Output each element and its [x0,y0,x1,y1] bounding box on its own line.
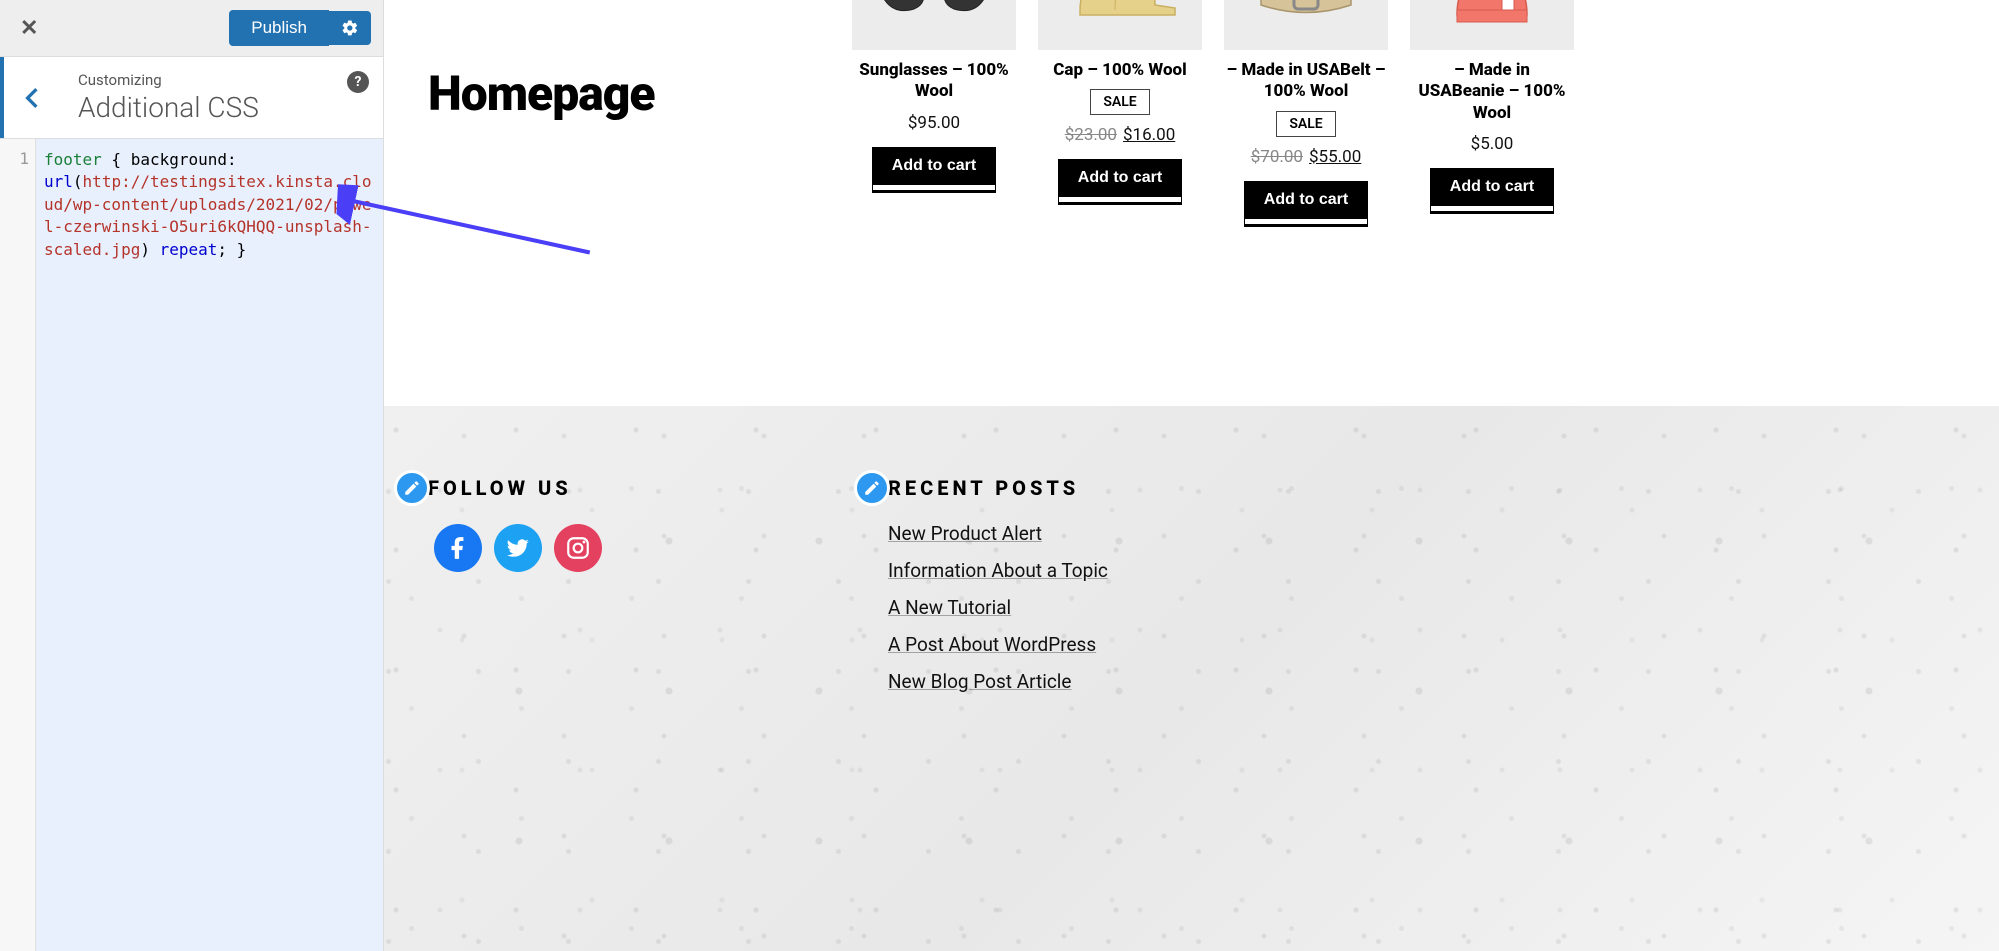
site-preview: Homepage Sunglasses – 100% Wool $95.00 A… [384,0,1999,951]
code-brace: { [102,150,131,169]
publish-settings-button[interactable] [329,11,371,45]
add-to-cart-button[interactable]: Add to cart [872,147,996,185]
widget-heading: RECENT POSTS [888,476,1108,500]
old-price: $70.00 [1251,147,1303,167]
help-icon[interactable]: ? [347,71,369,93]
twitter-link[interactable] [494,524,542,572]
page-title: Homepage [428,65,655,122]
css-editor: 1 footer { background: url(http://testin… [0,138,383,951]
beanie-icon [1432,0,1552,40]
add-to-cart-button[interactable]: Add to cart [1058,159,1182,197]
post-link[interactable]: New Product Alert [888,522,1108,545]
gear-icon [341,19,359,37]
section-header: Customizing Additional CSS ? [0,56,383,138]
product-price: $70.00 $55.00 [1224,147,1388,167]
product-title: Sunglasses – 100% Wool [852,60,1016,103]
sidebar-toolbar: ✕ Publish [0,0,383,56]
product-card: – Made in USABeanie – 100% Wool $5.00 Ad… [1410,0,1574,219]
recent-posts-widget: RECENT POSTS New Product Alert Informati… [888,476,1108,881]
twitter-icon [505,535,531,561]
product-image[interactable] [1410,0,1574,50]
code-url-keyword: url [44,172,73,191]
chevron-left-icon [25,87,39,109]
product-image[interactable] [1224,0,1388,50]
code-close: ; } [217,240,246,259]
pencil-icon [863,479,881,497]
edit-widget-button[interactable] [854,470,890,506]
product-title: Cap – 100% Wool [1038,60,1202,81]
pencil-icon [403,479,421,497]
sale-badge: SALE [1276,111,1335,137]
css-textarea[interactable]: footer { background: url(http://testings… [36,139,383,951]
code-paren: ( [73,172,83,191]
facebook-icon [445,535,471,561]
customizer-sidebar: ✕ Publish Customizing Additional CSS ? 1… [0,0,384,951]
edit-widget-button[interactable] [394,470,430,506]
product-card: – Made in USABelt – 100% Wool SALE $70.0… [1224,0,1388,219]
code-selector: footer [44,150,102,169]
product-price: $23.00 $16.00 [1038,125,1202,145]
code-repeat: repeat [150,240,217,259]
add-to-cart-button[interactable]: Add to cart [1430,168,1554,206]
product-price: $95.00 [852,113,1016,133]
add-to-cart-button[interactable]: Add to cart [1244,181,1368,219]
widget-heading: FOLLOW US [428,476,788,500]
product-grid: Sunglasses – 100% Wool $95.00 Add to car… [852,0,1959,219]
close-icon[interactable]: ✕ [12,12,46,45]
product-title: – Made in USABeanie – 100% Wool [1410,60,1574,124]
sunglasses-icon [874,0,994,40]
sale-badge: SALE [1090,89,1149,115]
site-footer: FOLLOW US RECENT POSTS New Product Alert… [384,406,1999,951]
product-card: Sunglasses – 100% Wool $95.00 Add to car… [852,0,1016,219]
post-link[interactable]: A Post About WordPress [888,633,1108,656]
instagram-link[interactable] [554,524,602,572]
product-price: $5.00 [1410,134,1574,154]
recent-posts-list: New Product Alert Information About a To… [888,522,1108,693]
product-title: – Made in USABelt – 100% Wool [1224,60,1388,103]
new-price: $16.00 [1123,125,1175,145]
product-image[interactable] [852,0,1016,50]
post-link[interactable]: A New Tutorial [888,596,1108,619]
new-price: $55.00 [1309,147,1361,167]
breadcrumb-label: Customizing [78,71,365,89]
post-link[interactable]: Information About a Topic [888,559,1108,582]
code-paren-close: ) [140,240,150,259]
cap-icon [1060,0,1180,40]
code-property: background: [131,150,237,169]
line-gutter: 1 [0,139,36,951]
belt-icon [1246,0,1366,40]
facebook-link[interactable] [434,524,482,572]
instagram-icon [565,535,591,561]
post-link[interactable]: New Blog Post Article [888,670,1108,693]
product-card: Cap – 100% Wool SALE $23.00 $16.00 Add to… [1038,0,1202,219]
section-title: Additional CSS [78,91,365,124]
back-button[interactable] [0,57,60,138]
section-title-wrap: Customizing Additional CSS ? [60,57,383,138]
product-image[interactable] [1038,0,1202,50]
social-links [434,524,788,572]
publish-button[interactable]: Publish [229,10,329,46]
publish-button-group: Publish [229,10,371,46]
old-price: $23.00 [1065,125,1117,145]
follow-us-widget: FOLLOW US [428,476,788,881]
